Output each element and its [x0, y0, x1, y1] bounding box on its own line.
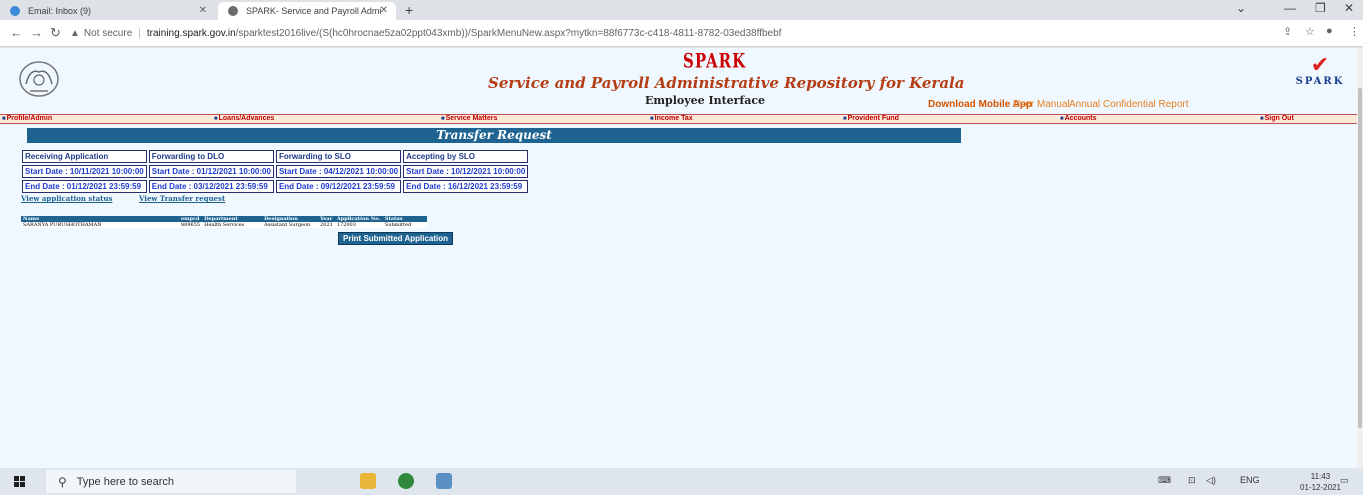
view-application-status-link[interactable]: View application status	[21, 194, 112, 203]
page-content: SPARK Service and Payroll Administrative…	[0, 48, 1357, 468]
schedule-start-date: Start Date : 04/12/2021 10:00:00	[275, 165, 402, 178]
close-icon[interactable]: ✕	[199, 5, 207, 16]
spark-brand-logo: SPARK	[683, 49, 747, 73]
clock-date: 01-12-2021	[1300, 483, 1341, 492]
schedule-heading: Receiving Application	[22, 150, 147, 163]
schedule-heading: Accepting by SLO	[403, 150, 529, 163]
cell-application-no: 172003	[334, 222, 383, 228]
close-window-icon[interactable]: ✕	[1344, 1, 1354, 15]
annual-confidential-report-link[interactable]: Annual Confidential Report	[1069, 99, 1189, 110]
share-icon[interactable]: ⇪	[1283, 25, 1292, 38]
back-icon[interactable]: ←	[10, 25, 23, 40]
section-title: Transfer Request	[27, 128, 961, 143]
language-indicator[interactable]: ENG	[1240, 475, 1260, 485]
tab-email-inbox[interactable]: Email: Inbox (9) ✕	[0, 2, 215, 20]
schedule-heading: Forwarding to DLO	[148, 150, 274, 163]
divider: |	[138, 27, 141, 39]
schedule-end-row: End Date : 01/12/2021 23:59:59 End Date …	[22, 180, 529, 193]
cell-designation: Assistant Surgeon	[262, 222, 319, 228]
url-path: /sparktest2016live/(S(hc0hrocnae5za02ppt…	[235, 27, 782, 39]
system-clock[interactable]: 11:43 01-12-2021	[1300, 471, 1341, 493]
security-label: Not secure	[83, 27, 133, 39]
bookmark-star-icon[interactable]: ☆	[1305, 25, 1315, 38]
schedule-table: Receiving Application Forwarding to DLO …	[20, 148, 530, 195]
minimize-icon[interactable]: —	[1284, 1, 1296, 15]
kerala-emblem-icon	[19, 61, 59, 97]
view-transfer-request-link[interactable]: View Transfer request	[139, 194, 225, 203]
table-row: SARANYA PURUSHOTHAMAN 889655 Health Serv…	[21, 222, 427, 228]
print-submitted-application-button[interactable]: Print Submitted Application	[338, 232, 454, 245]
photos-app-icon[interactable]	[436, 473, 452, 489]
site-subtitle: Employee Interface	[645, 94, 766, 107]
tab-search-icon[interactable]: ⌄	[1236, 1, 1246, 15]
schedule-start-row: Start Date : 10/11/2021 10:00:00 Start D…	[22, 165, 529, 178]
windows-taskbar: ⚲ Type here to search ⌨ ⊡ ◁) ENG 11:43 0…	[0, 468, 1363, 495]
menu-profile-admin[interactable]: Profile/Admin	[2, 115, 53, 123]
notifications-icon[interactable]: ▭	[1340, 475, 1349, 486]
tab-label: SPARK- Service and Payroll Admi	[246, 6, 382, 16]
new-tab-button[interactable]: +	[405, 2, 413, 18]
logo-wordmark: SPARK	[1295, 76, 1345, 87]
close-icon[interactable]: ✕	[380, 5, 388, 16]
menu-accounts[interactable]: Accounts	[1060, 115, 1097, 123]
tab-label: Email: Inbox (9)	[28, 6, 92, 16]
browser-tab-bar: Email: Inbox (9) ✕ SPARK- Service and Pa…	[0, 0, 1363, 20]
cell-empcd: 889655	[179, 222, 203, 228]
schedule-end-date: End Date : 16/12/2021 23:59:59	[403, 180, 529, 193]
menu-provident-fund[interactable]: Provident Fund	[843, 115, 899, 123]
chrome-icon[interactable]	[398, 473, 414, 489]
schedule-start-date: Start Date : 10/12/2021 10:00:00	[403, 165, 529, 178]
checkmark-icon: ✔	[1310, 52, 1330, 77]
spark-favicon-icon	[228, 6, 238, 16]
more-menu-icon[interactable]: ⋮	[1349, 25, 1360, 38]
menu-loans-advances[interactable]: Loans/Advances	[214, 115, 275, 123]
spark-logo: ✔ SPARK	[1290, 54, 1350, 102]
cell-name: SARANYA PURUSHOTHAMAN	[21, 222, 179, 228]
forward-icon[interactable]: →	[30, 25, 43, 40]
schedule-end-date: End Date : 09/12/2021 23:59:59	[275, 180, 402, 193]
cell-year: 2021	[318, 222, 335, 228]
cell-status: Submitted	[382, 222, 427, 228]
reload-icon[interactable]: ↻	[50, 25, 61, 41]
clock-time: 11:43	[1310, 472, 1331, 481]
cell-department: Health Services	[202, 222, 263, 228]
keyboard-icon[interactable]: ⌨	[1158, 475, 1171, 486]
windows-start-icon[interactable]	[14, 476, 26, 488]
file-explorer-icon[interactable]	[360, 473, 376, 489]
warning-icon: ▲	[70, 27, 80, 39]
profile-icon[interactable]: ●	[1326, 25, 1333, 37]
url-host: training.spark.gov.in	[146, 27, 236, 39]
menu-service-matters[interactable]: Service Matters	[441, 115, 498, 123]
site-header: SPARK Service and Payroll Administrative…	[0, 48, 1357, 114]
site-title: Service and Payroll Administrative Repos…	[488, 74, 965, 92]
schedule-end-date: End Date : 03/12/2021 23:59:59	[148, 180, 274, 193]
tab-spark[interactable]: SPARK- Service and Payroll Admi ✕	[218, 2, 396, 20]
schedule-start-date: Start Date : 01/12/2021 10:00:00	[148, 165, 274, 178]
main-menu: Profile/Admin Loans/Advances Service Mat…	[0, 114, 1357, 124]
schedule-end-date: End Date : 01/12/2021 23:59:59	[22, 180, 147, 193]
volume-icon[interactable]: ◁)	[1206, 475, 1216, 486]
network-icon[interactable]: ⊡	[1188, 475, 1196, 486]
scrollbar-thumb[interactable]	[1358, 88, 1362, 428]
schedule-header-row: Receiving Application Forwarding to DLO …	[22, 150, 529, 163]
schedule-start-date: Start Date : 10/11/2021 10:00:00	[22, 165, 147, 178]
restore-icon[interactable]: ❐	[1315, 1, 1326, 15]
search-icon: ⚲	[58, 474, 67, 489]
url-field[interactable]: ▲ Not secure | training.spark.gov.in /sp…	[70, 23, 1340, 43]
applications-table: Name empcd Department Designation Year A…	[21, 216, 427, 228]
schedule-heading: Forwarding to SLO	[275, 150, 402, 163]
email-favicon-icon	[10, 6, 20, 16]
search-placeholder: Type here to search	[76, 475, 175, 488]
page-scrollbar[interactable]	[1357, 48, 1363, 468]
user-manual-link[interactable]: User Manual	[1013, 99, 1070, 110]
menu-sign-out[interactable]: Sign Out	[1260, 115, 1294, 123]
taskbar-search-input[interactable]: ⚲ Type here to search	[46, 470, 296, 493]
menu-income-tax[interactable]: Income Tax	[650, 115, 693, 123]
address-bar: ← → ↻ ▲ Not secure | training.spark.gov.…	[0, 20, 1363, 47]
